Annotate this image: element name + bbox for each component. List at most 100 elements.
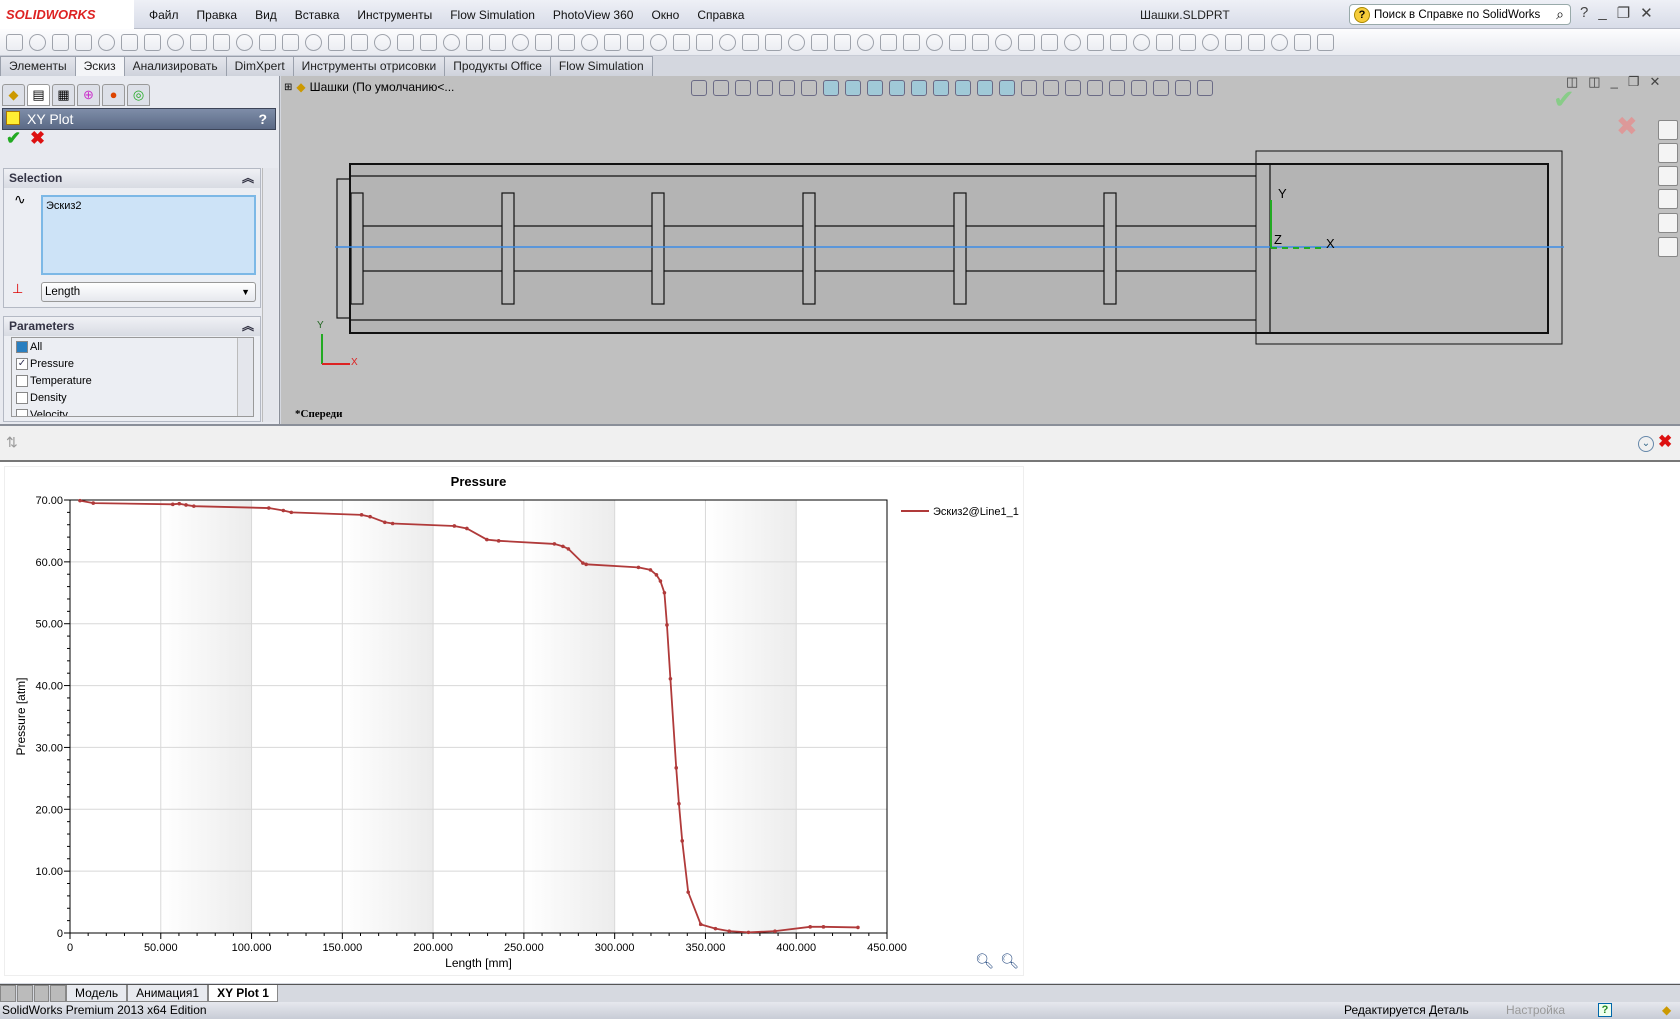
selection-item[interactable]: Эскиз2: [46, 200, 251, 212]
panel-scrollbar[interactable]: [262, 168, 278, 422]
flow-analysis-tab-icon[interactable]: ◎: [127, 84, 150, 106]
sketch-tool-icon[interactable]: [1041, 33, 1058, 51]
sketch-tool-icon[interactable]: [1202, 33, 1219, 51]
sketch-tool-icon[interactable]: [351, 33, 368, 51]
tab-1[interactable]: Эскиз: [74, 56, 125, 77]
sketch-tool-icon[interactable]: [1294, 33, 1311, 51]
sketch-tool-icon[interactable]: [535, 33, 552, 51]
menu-item[interactable]: Правка: [188, 8, 247, 22]
close-plot-icon[interactable]: ✖: [1658, 432, 1672, 452]
tag-icon[interactable]: ◆: [1662, 1002, 1671, 1019]
sketch-tool-icon[interactable]: [627, 33, 644, 51]
collapse-panel-icon[interactable]: ⌄: [1638, 436, 1654, 452]
dimxpert-tab-icon[interactable]: ⊕: [77, 84, 100, 106]
pressure-chart[interactable]: 0 50.000 100.000 150.000 200.000 250.000 300.0…: [5, 467, 1025, 977]
sketch-tool-icon[interactable]: [765, 33, 782, 51]
sketch-tool-icon[interactable]: [75, 33, 92, 51]
sketch-tool-icon[interactable]: [374, 33, 391, 51]
checkbox[interactable]: [16, 391, 28, 404]
sketch-tool-icon[interactable]: [443, 33, 460, 51]
checkbox[interactable]: [16, 408, 28, 416]
pm-help-button[interactable]: ?: [258, 111, 267, 127]
search-icon[interactable]: ⌕: [1556, 6, 1564, 23]
sketch-tool-icon[interactable]: [1064, 33, 1081, 51]
menu-item[interactable]: PhotoView 360: [544, 8, 643, 22]
property-manager-tab-icon[interactable]: ▤: [27, 84, 50, 106]
sketch-tool-icon[interactable]: [949, 33, 966, 51]
help-icon[interactable]: ?: [1580, 4, 1588, 22]
sketch-tool-icon[interactable]: [98, 33, 115, 51]
refresh-icon[interactable]: ⇅: [6, 434, 18, 451]
menu-item[interactable]: Файл: [140, 8, 188, 22]
sketch-tool-icon[interactable]: [673, 33, 690, 51]
customize-button[interactable]: Настройка: [1506, 1002, 1565, 1019]
collapse-icon[interactable]: ︽: [242, 317, 254, 336]
tab-5[interactable]: Продукты Office: [444, 56, 551, 76]
graphics-area[interactable]: ⊞ ◆ Шашки (По умолчанию<... ◫ ◫ _ ❐ ✕ ✔ ✖ Y …: [281, 74, 1680, 424]
view-palette-icon[interactable]: [1658, 189, 1678, 209]
sketch-tool-icon[interactable]: [857, 33, 874, 51]
sketch-tool-icon[interactable]: [259, 33, 276, 51]
close-icon[interactable]: ✕: [1640, 4, 1653, 22]
parameter-item[interactable]: Density: [12, 389, 253, 406]
help-icon[interactable]: ?: [1598, 1003, 1612, 1017]
sketch-tool-icon[interactable]: [121, 33, 138, 51]
parameter-item[interactable]: ✓ Pressure: [12, 355, 253, 372]
bottom-tab[interactable]: Модель: [66, 985, 128, 1002]
sketch-tool-icon[interactable]: [719, 33, 736, 51]
menu-item[interactable]: Окно: [642, 8, 688, 22]
sketch-tool-icon[interactable]: [995, 33, 1012, 51]
sketch-tool-icon[interactable]: [489, 33, 506, 51]
parameters-scrollbar[interactable]: [237, 338, 253, 416]
checkbox[interactable]: [16, 374, 28, 387]
sketch-tool-icon[interactable]: [305, 33, 322, 51]
tab-4[interactable]: Инструменты отрисовки: [292, 56, 446, 76]
sketch-tool-icon[interactable]: [328, 33, 345, 51]
sketch-tool-icon[interactable]: [558, 33, 575, 51]
sketch-tool-icon[interactable]: [926, 33, 943, 51]
zoom-out-icon[interactable]: 🔍︎: [975, 952, 994, 970]
sketch-tool-icon[interactable]: [1156, 33, 1173, 51]
selection-list[interactable]: Эскиз2: [41, 195, 256, 275]
sketch-tool-icon[interactable]: [1271, 33, 1288, 51]
ok-button[interactable]: ✔: [6, 128, 21, 149]
sketch-tool-icon[interactable]: [742, 33, 759, 51]
sketch-tool-icon[interactable]: [144, 33, 161, 51]
sketch-tool-icon[interactable]: [420, 33, 437, 51]
menu-item[interactable]: Инструменты: [348, 8, 441, 22]
bottom-tab[interactable]: Анимация1: [127, 985, 209, 1002]
tab-6[interactable]: Flow Simulation: [549, 56, 653, 76]
parameter-item[interactable]: Temperature: [12, 372, 253, 389]
minimize-icon[interactable]: _: [1598, 4, 1606, 22]
configuration-tab-icon[interactable]: ▦: [52, 84, 75, 106]
menu-item[interactable]: Вставка: [286, 8, 349, 22]
sketch-tool-icon[interactable]: [1225, 33, 1242, 51]
sketch-tool-icon[interactable]: [282, 33, 299, 51]
sketch-tool-icon[interactable]: [6, 33, 23, 51]
sketch-tool-icon[interactable]: [52, 33, 69, 51]
model-view[interactable]: [281, 76, 1680, 424]
sketch-tool-icon[interactable]: [903, 33, 920, 51]
sketch-tool-icon[interactable]: [1087, 33, 1104, 51]
sketch-tool-icon[interactable]: [167, 33, 184, 51]
restore-icon[interactable]: ❐: [1617, 4, 1630, 22]
custom-properties-icon[interactable]: [1658, 237, 1678, 257]
collapse-icon[interactable]: ︽: [242, 169, 254, 188]
menu-item[interactable]: Flow Simulation: [441, 8, 544, 22]
feature-tree-tab-icon[interactable]: ◆: [2, 84, 25, 106]
sketch-tool-icon[interactable]: [1018, 33, 1035, 51]
sketch-tool-icon[interactable]: [213, 33, 230, 51]
sketch-tool-icon[interactable]: [581, 33, 598, 51]
bottom-tab[interactable]: XY Plot 1: [208, 985, 278, 1002]
sketch-tool-icon[interactable]: [236, 33, 253, 51]
sketch-tool-icon[interactable]: [1248, 33, 1265, 51]
sketch-tool-icon[interactable]: [604, 33, 621, 51]
checkbox[interactable]: [16, 340, 28, 353]
solidworks-logo[interactable]: SOLIDWORKS: [0, 0, 134, 29]
tab-scroll-buttons[interactable]: [0, 985, 66, 1002]
tab-2[interactable]: Анализировать: [123, 56, 227, 76]
home-icon[interactable]: [1658, 120, 1678, 140]
sketch-tool-icon[interactable]: [1179, 33, 1196, 51]
sketch-tool-icon[interactable]: [1317, 33, 1334, 51]
parameter-item[interactable]: Velocity: [12, 406, 253, 416]
